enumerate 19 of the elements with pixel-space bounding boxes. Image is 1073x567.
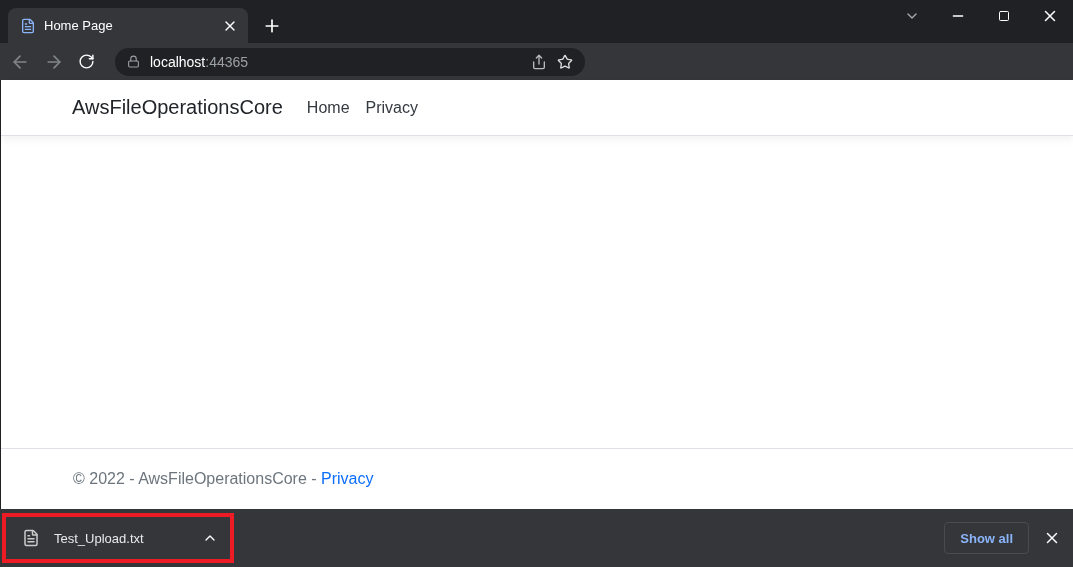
address-bar[interactable]: localhost:44365 (115, 47, 585, 76)
url-port: :44365 (205, 53, 249, 70)
share-icon[interactable] (531, 53, 547, 70)
download-item[interactable]: Test_Upload.txt (2, 513, 234, 563)
tab-title: Home Page (44, 18, 114, 33)
nav-link[interactable]: Home (306, 98, 350, 117)
url-host: localhost (150, 53, 206, 70)
brand-link[interactable]: AwsFileOperationsCore (72, 96, 283, 119)
nav-link[interactable]: Privacy (365, 98, 418, 117)
browser-tab[interactable]: Home Page (8, 8, 248, 43)
footer-text: © 2022 - AwsFileOperationsCore - (73, 470, 318, 488)
file-icon (22, 529, 40, 547)
show-all-button[interactable]: Show all (944, 522, 1029, 554)
privacy-link[interactable]: Privacy (321, 470, 374, 488)
page-icon (20, 17, 36, 34)
reload-icon[interactable] (78, 53, 95, 70)
file-name: Test_Upload.txt (54, 530, 145, 546)
bookmark-star-icon[interactable] (557, 53, 573, 70)
lock-icon (127, 55, 140, 68)
